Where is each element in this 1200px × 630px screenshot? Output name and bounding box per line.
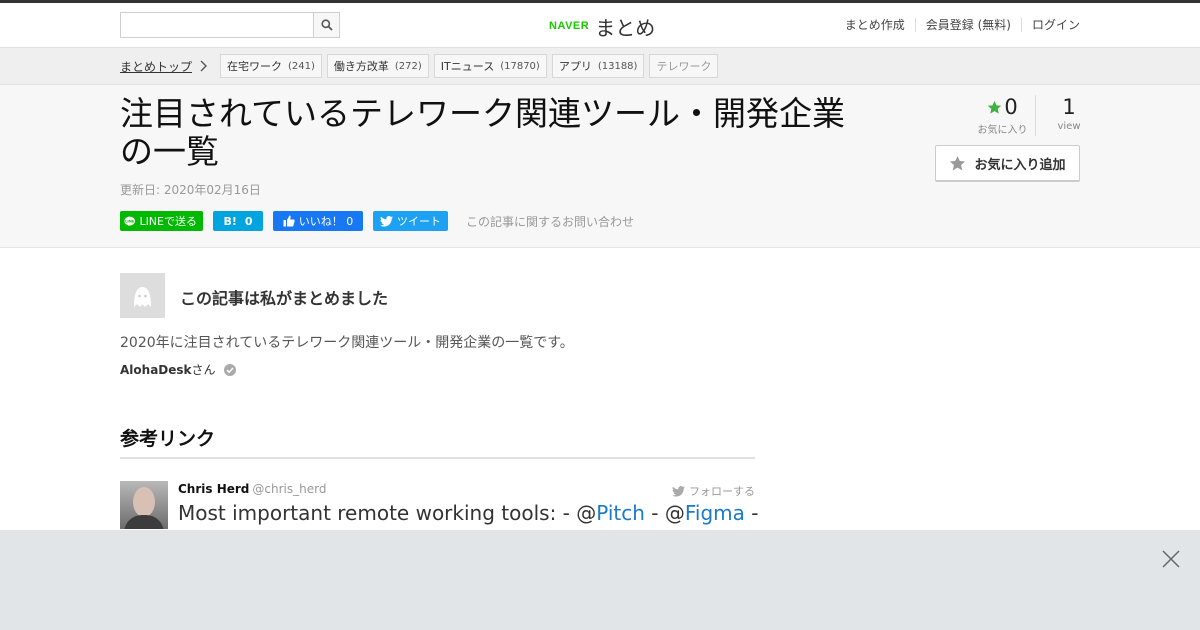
tweet-author-name: Chris Herd [178, 482, 250, 496]
view-count-value: 1 [1062, 95, 1076, 119]
top-nav: まとめ作成 会員登録 (無料) ログイン [835, 18, 1080, 32]
search-button[interactable] [313, 13, 339, 37]
verified-icon [223, 363, 236, 376]
naver-matome-logo[interactable]: NAVER まとめ [549, 13, 656, 40]
tag-label: テレワーク [656, 60, 712, 73]
inquiry-link[interactable]: この記事に関するお問い合わせ [466, 213, 634, 230]
article-description: 2020年に注目されているテレワーク関連ツール・開発企業の一覧です。 [120, 335, 574, 351]
logo-title: まとめ [595, 15, 656, 40]
tag-item[interactable]: 在宅ワーク (241) [220, 54, 322, 78]
author-byline: AlohaDesk さん [120, 361, 236, 378]
breadcrumb: まとめトップ 在宅ワーク (241) 働き方改革 (272) ITニュース (1… [0, 48, 1200, 85]
tag-count: (272) [394, 60, 422, 72]
page-title: 注目されているテレワーク関連ツール・開発企業の一覧 [120, 94, 846, 171]
tweet-text-suffix: - [744, 501, 759, 525]
author-suffix: さん [191, 363, 216, 377]
tag-count: (241) [288, 60, 315, 72]
tweet-text: Most important remote working tools: - @… [178, 501, 759, 525]
chevron-right-icon [200, 60, 207, 72]
tag-label: 働き方改革 [333, 60, 389, 73]
twitter-bird-icon [380, 215, 393, 227]
tweet-avatar[interactable] [120, 481, 168, 529]
follow-label: フォローする [689, 485, 755, 498]
author-name[interactable]: AlohaDesk [120, 363, 192, 377]
tag-item[interactable]: ITニュース (17870) [433, 54, 547, 78]
follow-button[interactable]: フォローする [672, 483, 755, 499]
hatena-bookmark-button[interactable]: B! 0 [213, 211, 263, 231]
create-matome-link[interactable]: まとめ作成 [835, 18, 915, 32]
tweet-text-prefix: Most important remote working tools: - @ [178, 501, 597, 525]
search-icon [321, 19, 333, 31]
close-icon[interactable] [1162, 550, 1180, 568]
tweet-author[interactable]: Chris Herd @chris_herd [178, 482, 326, 496]
tag-item[interactable]: アプリ (13188) [551, 54, 645, 78]
search-box [120, 12, 340, 38]
twitter-bird-icon [672, 485, 685, 497]
line-share-button[interactable]: LINE LINEで送る [120, 211, 203, 231]
view-count-label: view [1057, 121, 1081, 132]
hatena-count: 0 [244, 214, 253, 228]
logo-brand: NAVER [549, 20, 590, 32]
tag-item-current: テレワーク [649, 54, 719, 78]
login-link[interactable]: ログイン [1020, 18, 1080, 32]
updated-date: 更新日: 2020年02月16日 [120, 183, 261, 197]
tag-item[interactable]: 働き方改革 (272) [326, 54, 429, 78]
favorite-count: 0 お気に入り [970, 95, 1036, 136]
thumbs-up-icon [283, 215, 295, 227]
view-count: 1 view [1044, 95, 1094, 136]
top-bar: NAVER まとめ まとめ作成 会員登録 (無料) ログイン [0, 0, 1200, 48]
article-header: 注目されているテレワーク関連ツール・開発企業の一覧 更新日: 2020年02月1… [0, 85, 1200, 248]
tweet-text-mid: - @ [644, 501, 685, 525]
tag-count: (17870) [500, 60, 540, 72]
line-share-label: LINEで送る [139, 215, 197, 228]
favorite-count-value: 0 [1004, 95, 1018, 119]
breadcrumb-top-link[interactable]: まとめトップ [120, 58, 192, 75]
hatena-icon: B! [223, 214, 237, 228]
register-link[interactable]: 会員登録 (無料) [914, 18, 1021, 32]
avatar[interactable] [120, 273, 165, 318]
tweet-author-handle: @chris_herd [252, 482, 327, 496]
author-heading: この記事は私がまとめました [180, 289, 389, 308]
tweet-mention-link[interactable]: Pitch [596, 501, 645, 525]
default-avatar-icon [134, 287, 151, 307]
tweet-mention-link[interactable]: Figma [685, 501, 745, 525]
tag-count: (13188) [597, 60, 638, 72]
line-icon: LINE [124, 216, 136, 226]
add-favorite-label: お気に入り追加 [974, 157, 1066, 173]
tweet-label: ツイート [397, 215, 441, 228]
share-buttons: LINE LINEで送る B! 0 いいね！ 0 ツイート この記事に関するお問… [120, 211, 634, 231]
tag-label: 在宅ワーク [227, 60, 282, 73]
tag-list: 在宅ワーク (241) 働き方改革 (272) ITニュース (17870) ア… [220, 54, 723, 78]
tweet-button[interactable]: ツイート [373, 211, 448, 231]
tag-label: ITニュース [440, 60, 495, 73]
facebook-like-label: いいね！ 0 [298, 215, 354, 228]
section-heading: 参考リンク [120, 424, 755, 459]
search-input[interactable] [121, 13, 314, 37]
add-favorite-button[interactable]: お気に入り追加 [935, 145, 1080, 182]
star-icon [988, 100, 1002, 114]
article-stats: 0 お気に入り 1 view [970, 95, 1094, 136]
ad-overlay [0, 530, 1200, 630]
tag-label: アプリ [558, 60, 592, 73]
facebook-like-button[interactable]: いいね！ 0 [273, 211, 363, 231]
favorite-count-label: お気に入り [977, 125, 1028, 136]
svg-text:LINE: LINE [125, 219, 135, 223]
star-icon [950, 155, 966, 170]
